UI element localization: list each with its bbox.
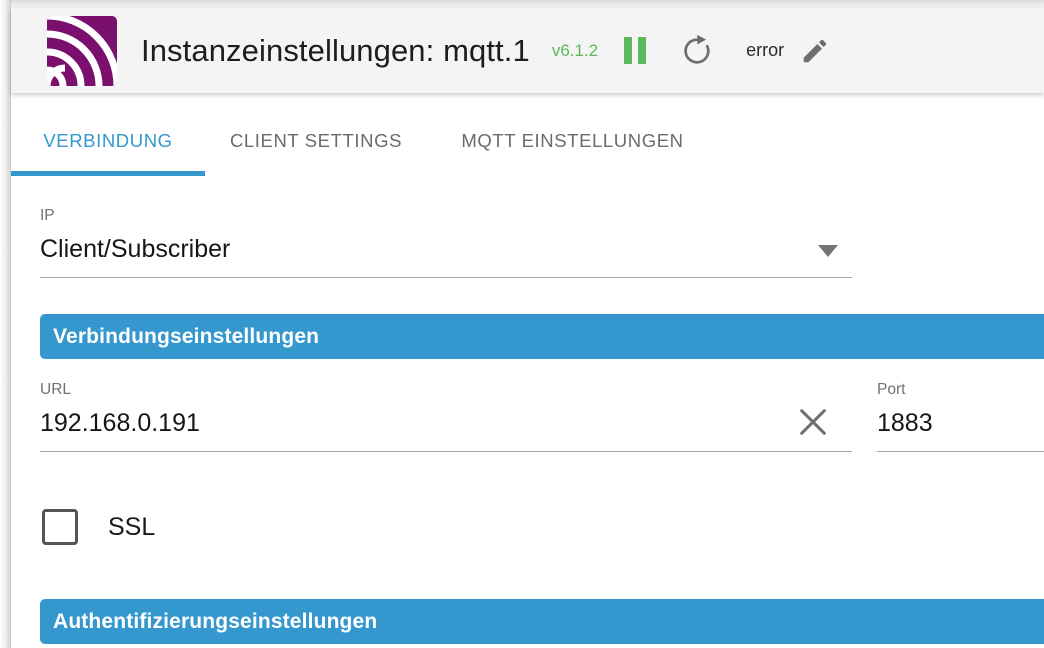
page-left-edge xyxy=(0,0,11,648)
version-label: v6.1.2 xyxy=(551,40,599,60)
pause-icon[interactable] xyxy=(624,37,647,64)
settings-content: IP Client/Subscriber Verbindungseinstell… xyxy=(11,176,1044,648)
header-top-shade xyxy=(11,0,1044,8)
section-header-auth: Authentifizierungseinstellungen xyxy=(40,599,1044,644)
tab-client-settings[interactable]: CLIENT SETTINGS xyxy=(205,105,427,176)
section-header-auth-label: Authentifizierungseinstellungen xyxy=(53,609,378,633)
ssl-label: SSL xyxy=(108,512,156,541)
port-label: Port xyxy=(877,381,906,398)
tab-verbindung[interactable]: VERBINDUNG xyxy=(11,105,205,176)
ssl-checkbox-row[interactable]: SSL xyxy=(42,509,155,545)
checkbox-unchecked-icon[interactable] xyxy=(42,509,78,545)
tab-mqtt-einstellungen-label: MQTT EINSTELLUNGEN xyxy=(461,129,684,151)
tab-mqtt-einstellungen[interactable]: MQTT EINSTELLUNGEN xyxy=(427,105,718,176)
instance-settings-page: Instanzeinstellungen: mqtt.1 v6.1.2 erro… xyxy=(0,0,1044,648)
section-header-connection-label: Verbindungseinstellungen xyxy=(53,324,320,348)
url-label: URL xyxy=(40,381,72,398)
pencil-edit-icon[interactable] xyxy=(800,36,830,66)
chevron-down-icon[interactable] xyxy=(817,244,839,263)
port-input[interactable]: 1883 xyxy=(877,408,1044,452)
section-header-connection: Verbindungseinstellungen xyxy=(40,314,1044,359)
close-x-icon[interactable] xyxy=(796,405,830,444)
url-input[interactable]: 192.168.0.191 xyxy=(40,408,852,452)
ip-select[interactable]: Client/Subscriber xyxy=(40,234,852,278)
url-value: 192.168.0.191 xyxy=(40,408,200,437)
port-value: 1883 xyxy=(877,408,933,437)
status-badge: error xyxy=(746,40,785,60)
tab-client-settings-label: CLIENT SETTINGS xyxy=(229,129,403,151)
settings-tab-bar: VERBINDUNG CLIENT SETTINGS MQTT EINSTELL… xyxy=(11,105,1044,176)
refresh-icon[interactable] xyxy=(680,34,714,68)
iobroker-wifi-waves-logo-icon xyxy=(47,15,117,86)
ip-value: Client/Subscriber xyxy=(40,234,231,263)
port-field: Port 1883 xyxy=(877,382,1044,452)
instance-header: Instanzeinstellungen: mqtt.1 v6.1.2 erro… xyxy=(11,8,1044,93)
ip-select-field: IP Client/Subscriber xyxy=(40,208,852,278)
tab-verbindung-label: VERBINDUNG xyxy=(43,129,173,151)
ip-label: IP xyxy=(40,207,55,224)
url-field: URL 192.168.0.191 xyxy=(40,382,852,452)
page-title: Instanzeinstellungen: mqtt.1 xyxy=(141,32,530,68)
